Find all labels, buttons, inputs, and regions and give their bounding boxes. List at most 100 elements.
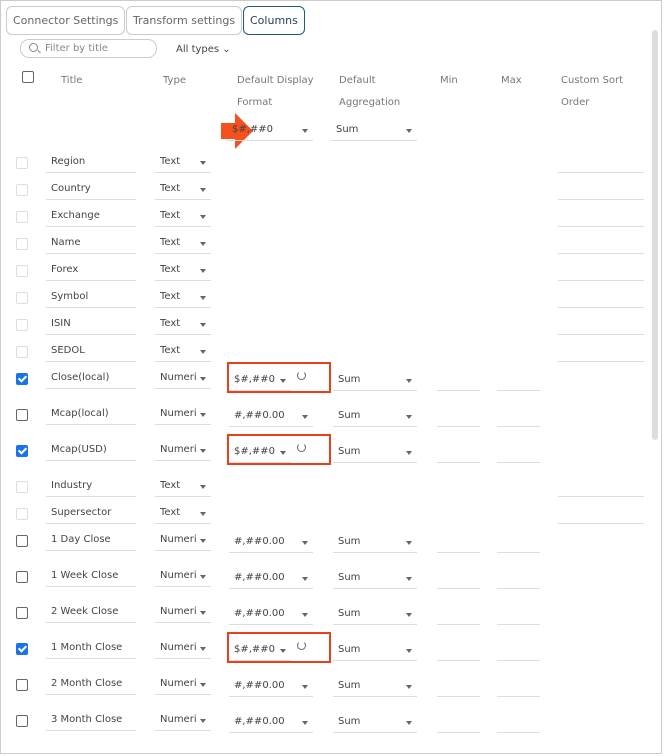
custom-sort-input[interactable]: [558, 207, 644, 227]
reset-icon[interactable]: [297, 371, 306, 380]
scrollbar[interactable]: [652, 30, 658, 440]
min-input[interactable]: [437, 443, 480, 463]
title-field[interactable]: 1 Month Close: [46, 639, 136, 659]
title-field[interactable]: SEDOL: [46, 342, 136, 362]
tab-transform-settings[interactable]: Transform settings: [126, 6, 243, 35]
custom-sort-input[interactable]: [558, 234, 644, 254]
min-input[interactable]: [437, 677, 480, 697]
default-format-dropdown[interactable]: $#,##0: [227, 121, 313, 141]
custom-sort-input[interactable]: [558, 504, 644, 524]
row-checkbox[interactable]: [16, 346, 28, 358]
format-dropdown[interactable]: $#,##0: [229, 371, 291, 391]
max-input[interactable]: [497, 371, 540, 391]
type-dropdown[interactable]: Text: [155, 261, 211, 281]
aggregation-dropdown[interactable]: Sum: [333, 533, 417, 553]
title-field[interactable]: Name: [46, 234, 136, 254]
type-dropdown[interactable]: Numeri: [155, 531, 211, 551]
format-dropdown[interactable]: #,##0.00: [229, 569, 313, 589]
row-checkbox[interactable]: [16, 211, 28, 223]
type-dropdown[interactable]: Numeri: [155, 567, 211, 587]
row-checkbox[interactable]: [16, 607, 28, 619]
row-checkbox[interactable]: [16, 445, 28, 457]
tab-connector-settings[interactable]: Connector Settings: [6, 6, 126, 35]
aggregation-dropdown[interactable]: Sum: [333, 677, 417, 697]
row-checkbox[interactable]: [16, 373, 28, 385]
row-checkbox[interactable]: [16, 238, 28, 250]
format-dropdown[interactable]: #,##0.00: [229, 407, 313, 427]
type-dropdown[interactable]: Numeri: [155, 405, 211, 425]
reset-icon[interactable]: [297, 641, 306, 650]
row-checkbox[interactable]: [16, 571, 28, 583]
title-field[interactable]: 1 Week Close: [46, 567, 136, 587]
title-field[interactable]: 2 Month Close: [46, 675, 136, 695]
row-checkbox[interactable]: [16, 679, 28, 691]
title-field[interactable]: Industry: [46, 477, 136, 497]
format-dropdown[interactable]: #,##0.00: [229, 605, 313, 625]
row-checkbox[interactable]: [16, 292, 28, 304]
min-input[interactable]: [437, 713, 480, 733]
custom-sort-input[interactable]: [558, 288, 644, 308]
default-aggregation-dropdown[interactable]: Sum: [331, 121, 417, 141]
title-field[interactable]: Region: [46, 153, 136, 173]
min-input[interactable]: [437, 605, 480, 625]
row-checkbox[interactable]: [16, 481, 28, 493]
max-input[interactable]: [497, 605, 540, 625]
min-input[interactable]: [437, 569, 480, 589]
min-input[interactable]: [437, 533, 480, 553]
type-filter-dropdown[interactable]: All types ⌄: [176, 44, 231, 55]
min-input[interactable]: [437, 407, 480, 427]
type-dropdown[interactable]: Text: [155, 288, 211, 308]
title-field[interactable]: 2 Week Close: [46, 603, 136, 623]
aggregation-dropdown[interactable]: Sum: [333, 713, 417, 733]
format-dropdown[interactable]: $#,##0: [229, 443, 291, 463]
row-checkbox[interactable]: [16, 265, 28, 277]
title-field[interactable]: Supersector: [46, 504, 136, 524]
custom-sort-input[interactable]: [558, 180, 644, 200]
aggregation-dropdown[interactable]: Sum: [333, 443, 417, 463]
max-input[interactable]: [497, 677, 540, 697]
row-checkbox[interactable]: [16, 535, 28, 547]
custom-sort-input[interactable]: [558, 342, 644, 362]
custom-sort-input[interactable]: [558, 261, 644, 281]
format-dropdown[interactable]: $#,##0: [229, 641, 291, 661]
tab-columns[interactable]: Columns: [243, 6, 305, 35]
row-checkbox[interactable]: [16, 157, 28, 169]
aggregation-dropdown[interactable]: Sum: [333, 407, 417, 427]
type-dropdown[interactable]: Numeri: [155, 369, 211, 389]
max-input[interactable]: [497, 569, 540, 589]
filter-input[interactable]: Filter by title: [20, 39, 157, 58]
type-dropdown[interactable]: Text: [155, 180, 211, 200]
title-field[interactable]: Mcap(local): [46, 405, 136, 425]
row-checkbox[interactable]: [16, 409, 28, 421]
max-input[interactable]: [497, 713, 540, 733]
title-field[interactable]: Mcap(USD): [46, 441, 136, 461]
format-dropdown[interactable]: #,##0.00: [229, 677, 313, 697]
type-dropdown[interactable]: Text: [155, 207, 211, 227]
title-field[interactable]: 1 Day Close: [46, 531, 136, 551]
custom-sort-input[interactable]: [558, 477, 644, 497]
type-dropdown[interactable]: Numeri: [155, 711, 211, 731]
title-field[interactable]: Symbol: [46, 288, 136, 308]
min-input[interactable]: [437, 641, 480, 661]
type-dropdown[interactable]: Numeri: [155, 441, 211, 461]
aggregation-dropdown[interactable]: Sum: [333, 371, 417, 391]
row-checkbox[interactable]: [16, 508, 28, 520]
row-checkbox[interactable]: [16, 319, 28, 331]
type-dropdown[interactable]: Text: [155, 153, 211, 173]
title-field[interactable]: 3 Month Close: [46, 711, 136, 731]
type-dropdown[interactable]: Text: [155, 477, 211, 497]
type-dropdown[interactable]: Text: [155, 315, 211, 335]
title-field[interactable]: ISIN: [46, 315, 136, 335]
max-input[interactable]: [497, 407, 540, 427]
custom-sort-input[interactable]: [558, 315, 644, 335]
aggregation-dropdown[interactable]: Sum: [333, 605, 417, 625]
title-field[interactable]: Forex: [46, 261, 136, 281]
max-input[interactable]: [497, 641, 540, 661]
min-input[interactable]: [437, 371, 480, 391]
format-dropdown[interactable]: #,##0.00: [229, 713, 313, 733]
type-dropdown[interactable]: Text: [155, 342, 211, 362]
aggregation-dropdown[interactable]: Sum: [333, 641, 417, 661]
row-checkbox[interactable]: [16, 184, 28, 196]
custom-sort-input[interactable]: [558, 153, 644, 173]
format-dropdown[interactable]: #,##0.00: [229, 533, 313, 553]
